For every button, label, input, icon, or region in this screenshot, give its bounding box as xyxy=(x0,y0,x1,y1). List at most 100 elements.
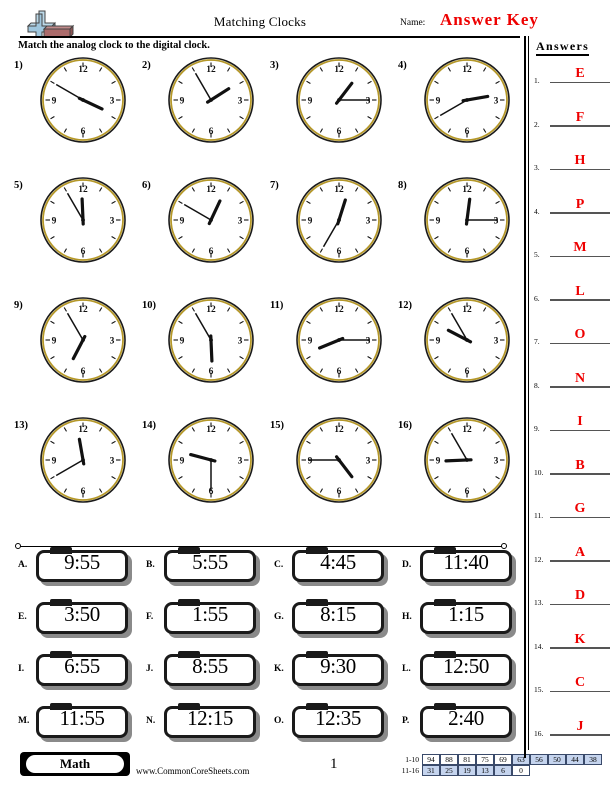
answer-bank-item[interactable]: F. 1:55 xyxy=(142,599,269,650)
answer-bank-item[interactable]: O. 12:35 xyxy=(270,703,397,754)
answer-bank-item[interactable]: K. 9:30 xyxy=(270,651,397,702)
answer-blank-line xyxy=(550,690,610,692)
svg-text:12: 12 xyxy=(206,305,216,315)
svg-text:6: 6 xyxy=(337,367,342,377)
clock-item: 15) 12 3 6 9 xyxy=(270,416,396,534)
answer-bank-item[interactable]: D. 11:40 xyxy=(398,547,525,598)
answer-blank-line xyxy=(550,342,610,344)
svg-text:12: 12 xyxy=(78,305,88,315)
answer-blank-line xyxy=(550,125,610,127)
answer-bank-item[interactable]: N. 12:15 xyxy=(142,703,269,754)
score-cell: 6 xyxy=(494,765,512,776)
svg-text:6: 6 xyxy=(465,487,470,497)
digital-clock: 11:55 xyxy=(36,703,132,742)
answer-bank-letter: M. xyxy=(18,716,30,726)
answer-bank-item[interactable]: E. 3:50 xyxy=(14,599,141,650)
analog-clock-face: 12 3 6 9 xyxy=(295,176,383,264)
answer-row: 16. J xyxy=(534,718,610,738)
digital-clock-time: 4:45 xyxy=(320,550,356,574)
svg-text:3: 3 xyxy=(494,97,499,107)
analog-clock-face: 12 3 6 9 xyxy=(167,416,255,504)
svg-text:3: 3 xyxy=(110,217,115,227)
answer-blank-line xyxy=(550,386,610,388)
answer-bank-item[interactable]: G. 8:15 xyxy=(270,599,397,650)
answer-bank-item[interactable]: H. 1:15 xyxy=(398,599,525,650)
score-cell: 25 xyxy=(440,765,458,776)
digital-clock: 3:50 xyxy=(36,599,132,638)
subject-label: Math xyxy=(26,755,124,773)
answer-bank-item[interactable]: C. 4:45 xyxy=(270,547,397,598)
svg-text:6: 6 xyxy=(81,487,86,497)
svg-text:9: 9 xyxy=(436,457,441,467)
clock-item: 5) 12 3 6 9 xyxy=(14,176,140,294)
clock-item: 7) 12 3 6 9 xyxy=(270,176,396,294)
answer-bank-letter: H. xyxy=(402,612,412,622)
clock-item-number: 15) xyxy=(270,420,284,431)
svg-text:12: 12 xyxy=(78,425,88,435)
score-cell: 19 xyxy=(458,765,476,776)
answer-row: 12. A xyxy=(534,545,610,564)
answer-value: M xyxy=(573,240,587,255)
answer-row: 6. L xyxy=(534,284,610,303)
answer-value: J xyxy=(576,718,584,734)
svg-text:6: 6 xyxy=(465,127,470,137)
clock-item-number: 5) xyxy=(14,180,23,191)
clock-item: 2) 12 3 6 9 xyxy=(142,56,268,174)
answer-bank-item[interactable]: J. 8:55 xyxy=(142,651,269,702)
answer-bank-letter: B. xyxy=(146,560,155,570)
score-cell: 81 xyxy=(458,754,476,765)
svg-text:6: 6 xyxy=(337,247,342,257)
answer-number: 5. xyxy=(534,250,540,259)
clock-item-number: 12) xyxy=(398,300,412,311)
digital-clock: 12:15 xyxy=(164,703,260,742)
analog-clock-face: 12 3 6 9 xyxy=(39,296,127,384)
answer-value: N xyxy=(574,370,586,386)
score-row: 1-10 94 88 81 75 69 63 56 50 44 38 xyxy=(396,754,602,765)
analog-clock-face: 12 3 6 9 xyxy=(39,176,127,264)
svg-text:12: 12 xyxy=(78,185,88,195)
answer-value: E xyxy=(575,66,585,81)
answer-row: 14. K xyxy=(534,632,610,651)
svg-text:12: 12 xyxy=(462,425,472,435)
answer-number: 10. xyxy=(534,467,544,477)
svg-text:6: 6 xyxy=(81,247,86,257)
answer-bank-letter: J. xyxy=(146,664,154,674)
answer-bank-letter: A. xyxy=(18,560,28,570)
worksheet-page: Matching Clocks Name: Answer Key Match t… xyxy=(0,0,612,792)
answer-value: B xyxy=(575,457,585,473)
svg-text:9: 9 xyxy=(436,97,441,107)
score-row: 11-16 31 25 19 13 6 0 xyxy=(396,765,602,776)
clock-item: 11) 12 3 6 9 xyxy=(270,296,396,414)
clock-item-number: 7) xyxy=(270,180,279,191)
answer-bank-item[interactable]: M. 11:55 xyxy=(14,703,141,754)
answer-blank-line xyxy=(550,647,610,649)
digital-clock: 5:55 xyxy=(164,547,260,586)
svg-text:6: 6 xyxy=(81,127,86,137)
score-cell-empty xyxy=(548,765,566,776)
score-cell: 75 xyxy=(476,754,494,765)
svg-text:3: 3 xyxy=(494,217,499,227)
answer-bank-letter: N. xyxy=(146,716,156,726)
score-row-label: 11-16 xyxy=(401,766,419,775)
answer-bank-item[interactable]: I. 6:55 xyxy=(14,651,141,702)
svg-text:9: 9 xyxy=(308,97,313,107)
svg-text:3: 3 xyxy=(238,457,243,467)
answer-row: 3. H xyxy=(534,153,610,172)
svg-text:12: 12 xyxy=(462,305,472,315)
answer-bank-letter: O. xyxy=(274,716,284,726)
answer-bank-item[interactable]: P. 2:40 xyxy=(398,703,525,754)
answer-row: 11. G xyxy=(534,501,610,520)
svg-text:9: 9 xyxy=(180,337,185,347)
answer-bank-item[interactable]: L. 12:50 xyxy=(398,651,525,702)
clock-item-number: 13) xyxy=(14,420,28,431)
answer-bank-item[interactable]: B. 5:55 xyxy=(142,547,269,598)
subject-badge: Math xyxy=(20,752,130,776)
clock-item-number: 16) xyxy=(398,420,412,431)
clock-item-number: 3) xyxy=(270,60,279,71)
answer-bank-letter: P. xyxy=(402,716,410,726)
answer-row: 7. O xyxy=(534,327,610,346)
score-cell: 13 xyxy=(476,765,494,776)
answer-bank-item[interactable]: A. 9:55 xyxy=(14,547,141,598)
answer-row: 15. C xyxy=(534,675,610,694)
svg-text:3: 3 xyxy=(238,217,243,227)
